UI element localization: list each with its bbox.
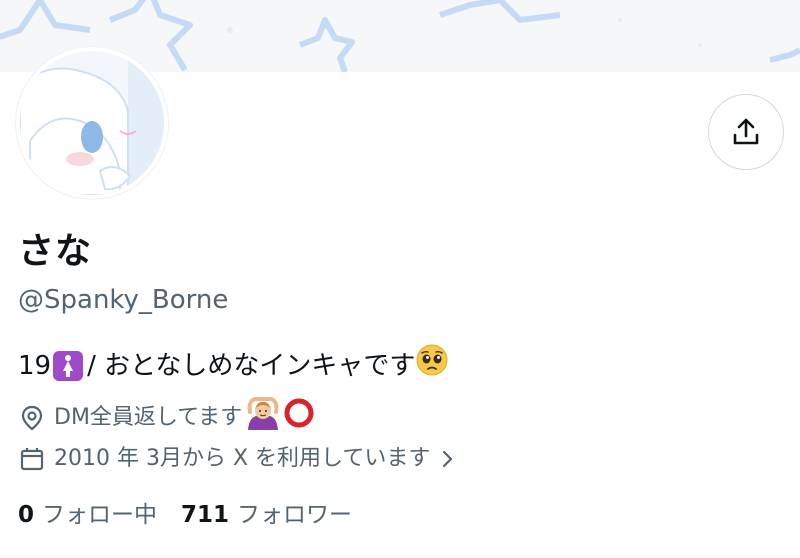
profile-joined-date[interactable]: 2010 年 3月から X を利用しています (18, 444, 458, 474)
bio-text: / おとなしめなインキャです (87, 350, 416, 381)
location-pin-icon (21, 405, 43, 430)
user-handle: @Spanky_Borne (18, 285, 229, 315)
display-name: さな (18, 231, 93, 272)
avatar-image (20, 51, 164, 195)
bio-prefix: 19 (18, 350, 52, 381)
calendar-icon (20, 448, 44, 471)
pleading-face-emoji (415, 343, 449, 388)
woman-symbol-emoji (53, 350, 84, 381)
profile-bio: 19 / おとなしめなインキャです (18, 343, 449, 388)
woman-gesturing-ok-emoji (246, 396, 280, 439)
red-circle-emoji (282, 396, 316, 439)
following-link[interactable]: 0 フォロー中 (18, 499, 157, 531)
share-icon (733, 118, 759, 145)
chevron-right-icon (443, 450, 453, 468)
avatar[interactable] (16, 47, 168, 199)
followers-link[interactable]: 711 フォロワー (181, 499, 352, 531)
followers-label: フォロワー (237, 502, 353, 528)
follow-stats: 0 フォロー中 711 フォロワー (18, 499, 352, 531)
share-profile-button[interactable] (708, 94, 784, 170)
following-count: 0 (18, 502, 35, 528)
followers-count: 711 (181, 502, 230, 528)
joined-text: 2010 年 3月から X を利用しています (54, 446, 431, 471)
following-label: フォロー中 (42, 502, 158, 528)
profile-location: DM全員返してます (18, 396, 316, 439)
location-text: DM全員返してます (54, 404, 243, 430)
